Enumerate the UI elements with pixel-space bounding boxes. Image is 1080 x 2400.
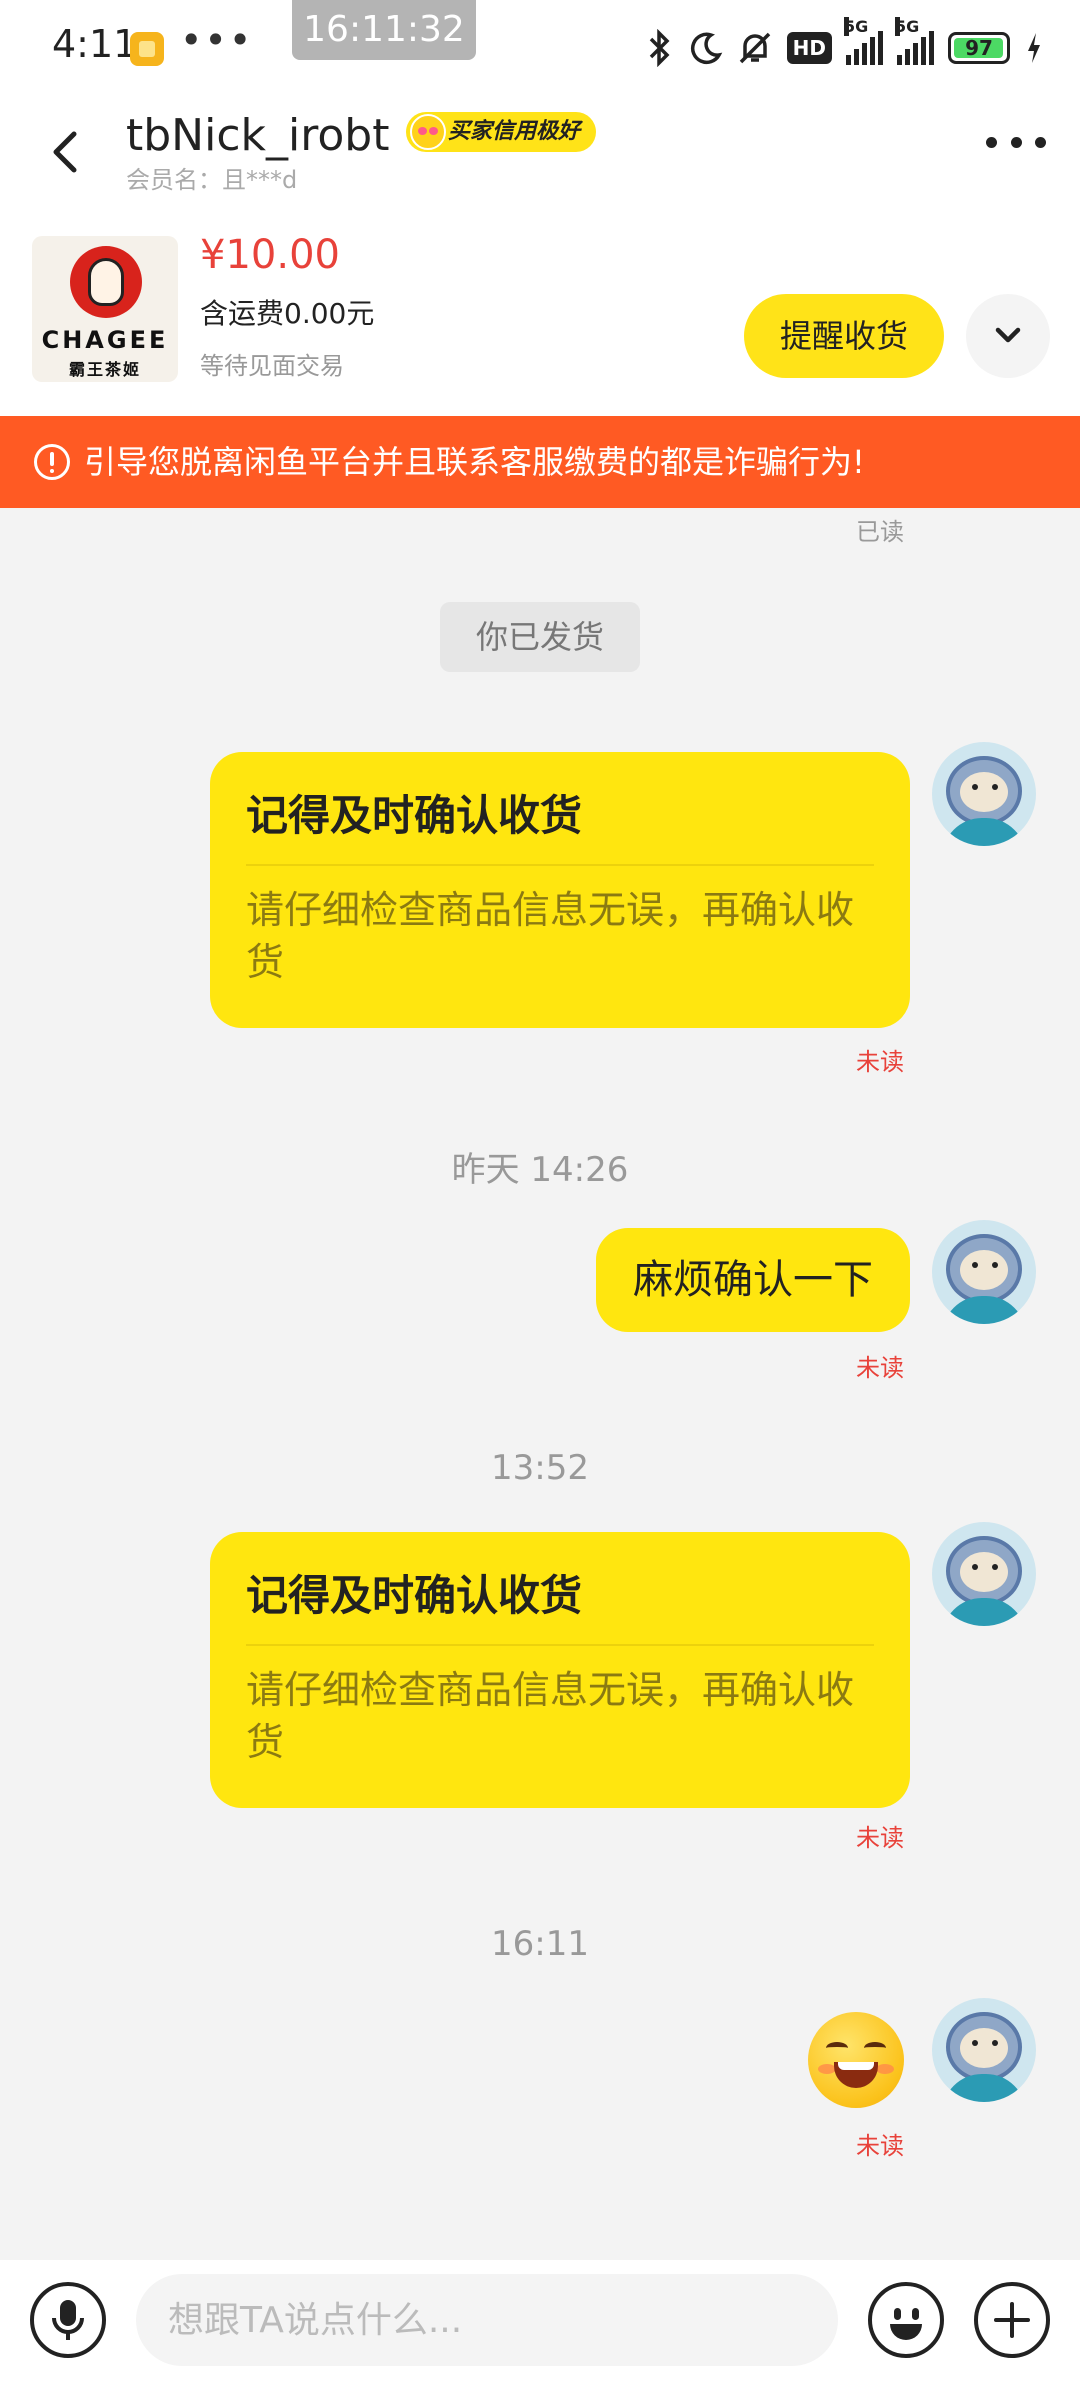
credit-badge-label: 买家信用极好 [448,119,581,144]
avatar[interactable] [932,1998,1036,2102]
timestamp: 16:11 [491,1924,589,1964]
timestamp: 13:52 [491,1448,589,1488]
trade-status: 等待见面交易 [200,352,344,380]
notification-app-icon [130,32,164,66]
chat-header: tbNick_irobt 买家信用极好 会员名：且***d CHAGEE 霸王茶… [0,96,1080,416]
confirm-receipt-card[interactable]: 记得及时确认收货 请仔细检查商品信息无误，再确认收货 [210,752,910,1028]
network-label: 5G [844,17,869,36]
product-thumbnail[interactable]: CHAGEE 霸王茶姬 [32,236,178,382]
status-icons: HD 5G 5G 97 [645,17,1044,70]
emoji-button[interactable] [868,2282,944,2358]
system-notice: 你已发货 [440,602,640,672]
brand-name-cn: 霸王茶姬 [68,360,141,379]
avatar[interactable] [932,1220,1036,1324]
product-price: ¥10.00 [200,232,340,278]
fraud-warning-banner: 引导您脱离闲鱼平台并且联系客服缴费的都是诈骗行为! [0,416,1080,508]
card-divider [246,1644,874,1646]
member-name: 会员名：且***d [126,166,298,194]
status-bar: 4:11 ••• 16:11:32 HD 5G 5G 97 [0,0,1080,96]
unread-status: 未读 [856,2132,904,2160]
battery-icon: 97 [948,32,1010,64]
timestamp: 昨天 14:26 [451,1150,629,1190]
signal-icon: 5G [844,17,883,65]
network-label: 5G [895,17,920,36]
alert-icon [34,444,70,480]
remind-receipt-button[interactable]: 提醒收货 [744,294,944,378]
confirm-receipt-card[interactable]: 记得及时确认收货 请仔细检查商品信息无误，再确认收货 [210,1532,910,1808]
avatar[interactable] [932,742,1036,846]
microphone-icon [52,2300,84,2340]
moon-icon [690,32,722,65]
chevron-down-icon [995,327,1021,343]
more-options-icon[interactable] [986,132,1046,152]
unread-status: 未读 [856,1048,904,1076]
text-message[interactable]: 麻烦确认一下 [596,1228,910,1332]
clock-overlay: 16:11:32 [292,0,476,60]
expand-button[interactable] [966,294,1050,378]
card-title: 记得及时确认收货 [246,791,583,840]
battery-percent: 97 [965,36,993,60]
signal-icon: 5G [895,17,934,65]
unread-status: 未读 [856,1354,904,1382]
happy-face-icon [410,114,446,150]
avatar[interactable] [932,1522,1036,1626]
charging-icon [1028,33,1040,63]
back-icon[interactable] [40,124,96,180]
unread-status: 未读 [856,1824,904,1852]
status-time: 4:11 [52,22,138,66]
read-status: 已读 [856,518,904,546]
more-notifications-icon: ••• [180,18,254,62]
card-body: 请仔细检查商品信息无误，再确认收货 [246,888,855,984]
hd-icon: HD [786,32,832,64]
chat-user-name[interactable]: tbNick_irobt [126,110,389,161]
credit-badge[interactable]: 买家信用极好 [406,112,597,152]
fraud-warning-text: 引导您脱离闲鱼平台并且联系客服缴费的都是诈骗行为! [84,443,865,481]
card-body: 请仔细检查商品信息无误，再确认收货 [246,1668,855,1764]
input-bar [0,2260,1080,2400]
bell-muted-icon [739,32,770,64]
card-divider [246,864,874,866]
grinning-face-emoji-icon[interactable] [808,2012,904,2108]
bluetooth-icon [649,29,670,67]
message-input[interactable] [136,2274,838,2366]
brand-name: CHAGEE [41,326,169,354]
add-attachment-button[interactable] [974,2282,1050,2358]
voice-input-button[interactable] [30,2282,106,2358]
shipping-fee: 含运费0.00元 [200,297,375,330]
card-title: 记得及时确认收货 [246,1571,583,1620]
